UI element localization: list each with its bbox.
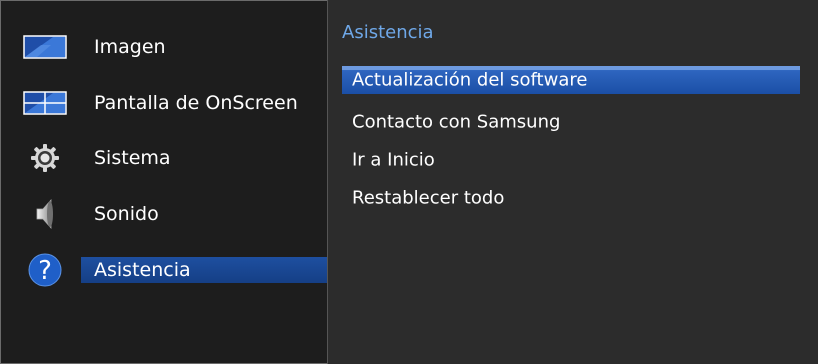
submenu-item-label: Ir a Inicio (352, 149, 435, 171)
submenu-panel: Asistencia Actualización del software Co… (327, 0, 818, 364)
submenu-item-label: Contacto con Samsung (352, 111, 561, 133)
menu-item-sonido[interactable]: Sonido (1, 194, 327, 234)
help-icon: ? (23, 253, 67, 287)
submenu-item-contacto-samsung[interactable]: Contacto con Samsung (342, 108, 800, 136)
menu-item-imagen[interactable]: Imagen (1, 27, 327, 67)
menu-item-label: Sonido (94, 203, 159, 225)
gear-icon (23, 142, 67, 174)
submenu-item-restablecer-todo[interactable]: Restablecer todo (342, 184, 800, 212)
menu-item-label: Imagen (94, 36, 166, 58)
main-menu-panel: Imagen Pantalla de OnScreen Sistema Soni… (0, 0, 328, 364)
speaker-icon (23, 198, 67, 230)
submenu-item-label: Actualización del software (352, 69, 588, 91)
menu-item-pantalla-onscreen[interactable]: Pantalla de OnScreen (1, 83, 327, 123)
menu-item-asistencia[interactable]: ? Asistencia (1, 250, 327, 290)
menu-item-label: Pantalla de OnScreen (94, 92, 298, 114)
osd-menu: Imagen Pantalla de OnScreen Sistema Soni… (0, 0, 818, 364)
submenu-item-ir-a-inicio[interactable]: Ir a Inicio (342, 146, 800, 174)
menu-item-label: Sistema (94, 147, 171, 169)
onscreen-display-icon (23, 87, 67, 119)
submenu-item-actualizacion-software[interactable]: Actualización del software (342, 66, 800, 94)
help-glyph: ? (38, 256, 52, 286)
submenu-title: Asistencia (342, 22, 434, 43)
menu-item-label: Asistencia (94, 259, 191, 281)
menu-item-sistema[interactable]: Sistema (1, 138, 327, 178)
picture-icon (23, 31, 67, 63)
submenu-item-label: Restablecer todo (352, 187, 505, 209)
